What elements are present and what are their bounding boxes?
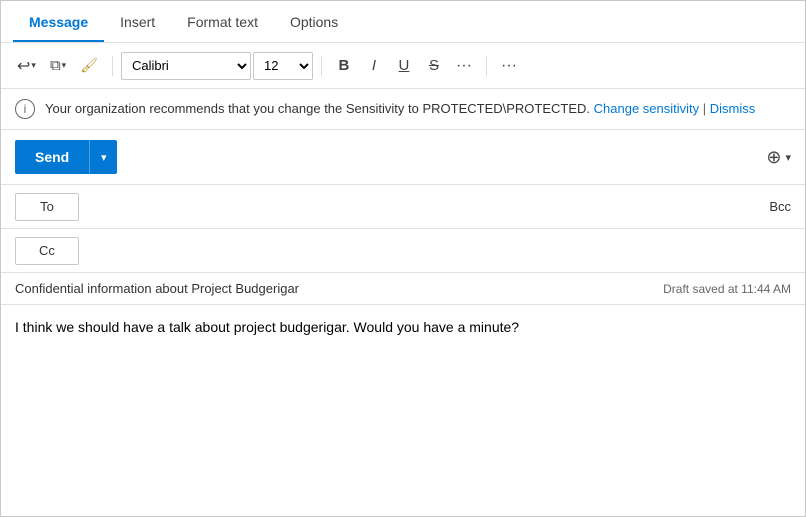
zoom-chevron-icon: ▾ bbox=[785, 151, 791, 164]
font-group: Calibri Arial Times New Roman 8 10 12 14… bbox=[121, 52, 313, 80]
underline-icon: U bbox=[399, 57, 410, 74]
tab-format-text[interactable]: Format text bbox=[171, 1, 274, 42]
undo-icon: ↩ bbox=[17, 56, 30, 76]
paste-chevron-icon: ▾ bbox=[62, 60, 67, 71]
bold-icon: B bbox=[339, 57, 350, 74]
dismiss-link[interactable]: Dismiss bbox=[710, 101, 756, 116]
toolbar-overflow-button[interactable]: ··· bbox=[495, 52, 523, 80]
underline-button[interactable]: U bbox=[390, 52, 418, 80]
tab-options[interactable]: Options bbox=[274, 1, 354, 42]
sensitivity-text: Your organization recommends that you ch… bbox=[45, 100, 791, 118]
overflow-icon: ··· bbox=[501, 57, 517, 75]
cc-row: Cc bbox=[1, 229, 805, 273]
compose-area: Send ▾ ⊕ ▾ To Bcc Cc Confidential inform… bbox=[1, 130, 805, 365]
bold-button[interactable]: B bbox=[330, 52, 358, 80]
to-input[interactable] bbox=[79, 199, 769, 214]
paste-icon: ⧉ bbox=[50, 57, 61, 74]
send-dropdown-icon: ▾ bbox=[101, 151, 107, 164]
format-painter-button[interactable]: 🖌 bbox=[74, 52, 104, 80]
undo-chevron-icon: ▾ bbox=[31, 60, 36, 71]
toolbar-separator-2 bbox=[321, 56, 322, 76]
toolbar-separator-3 bbox=[486, 56, 487, 76]
to-row: To Bcc bbox=[1, 185, 805, 229]
strikethrough-button[interactable]: S bbox=[420, 52, 448, 80]
strikethrough-icon: S bbox=[429, 57, 439, 74]
bcc-button[interactable]: Bcc bbox=[769, 199, 791, 214]
undo-group: ↩ ▾ ⧉ ▾ 🖌 bbox=[11, 52, 104, 80]
to-button[interactable]: To bbox=[15, 193, 79, 221]
italic-button[interactable]: I bbox=[360, 52, 388, 80]
send-button-group: Send ▾ bbox=[15, 140, 117, 174]
email-body[interactable]: I think we should have a talk about proj… bbox=[1, 305, 805, 365]
send-button[interactable]: Send bbox=[15, 140, 89, 174]
toolbar-separator-1 bbox=[112, 56, 113, 76]
tab-message[interactable]: Message bbox=[13, 1, 104, 42]
zoom-icon: ⊕ bbox=[766, 147, 781, 168]
sensitivity-info-icon: i bbox=[15, 99, 35, 119]
font-family-select[interactable]: Calibri Arial Times New Roman bbox=[121, 52, 251, 80]
change-sensitivity-link[interactable]: Change sensitivity bbox=[594, 101, 700, 116]
font-size-select[interactable]: 8 10 12 14 16 bbox=[253, 52, 313, 80]
tab-bar: Message Insert Format text Options bbox=[1, 1, 805, 43]
paste-button[interactable]: ⧉ ▾ bbox=[44, 52, 72, 80]
send-row: Send ▾ ⊕ ▾ bbox=[1, 130, 805, 185]
undo-button[interactable]: ↩ ▾ bbox=[11, 52, 42, 80]
zoom-area[interactable]: ⊕ ▾ bbox=[766, 147, 791, 168]
sensitivity-bar: i Your organization recommends that you … bbox=[1, 89, 805, 130]
more-format-button[interactable]: ··· bbox=[450, 52, 478, 80]
more-format-icon: ··· bbox=[456, 57, 472, 75]
draft-saved-text: Draft saved at 11:44 AM bbox=[663, 282, 791, 296]
subject-text: Confidential information about Project B… bbox=[15, 281, 663, 296]
sensitivity-divider: | bbox=[703, 101, 710, 116]
format-group: B I U S ··· bbox=[330, 52, 478, 80]
tab-insert[interactable]: Insert bbox=[104, 1, 171, 42]
painter-icon: 🖌 bbox=[80, 57, 98, 74]
italic-icon: I bbox=[372, 57, 376, 74]
cc-input[interactable] bbox=[79, 243, 791, 258]
subject-row: Confidential information about Project B… bbox=[1, 273, 805, 305]
toolbar: ↩ ▾ ⧉ ▾ 🖌 Calibri Arial Times New Roman … bbox=[1, 43, 805, 89]
send-dropdown-button[interactable]: ▾ bbox=[89, 140, 117, 174]
cc-button[interactable]: Cc bbox=[15, 237, 79, 265]
